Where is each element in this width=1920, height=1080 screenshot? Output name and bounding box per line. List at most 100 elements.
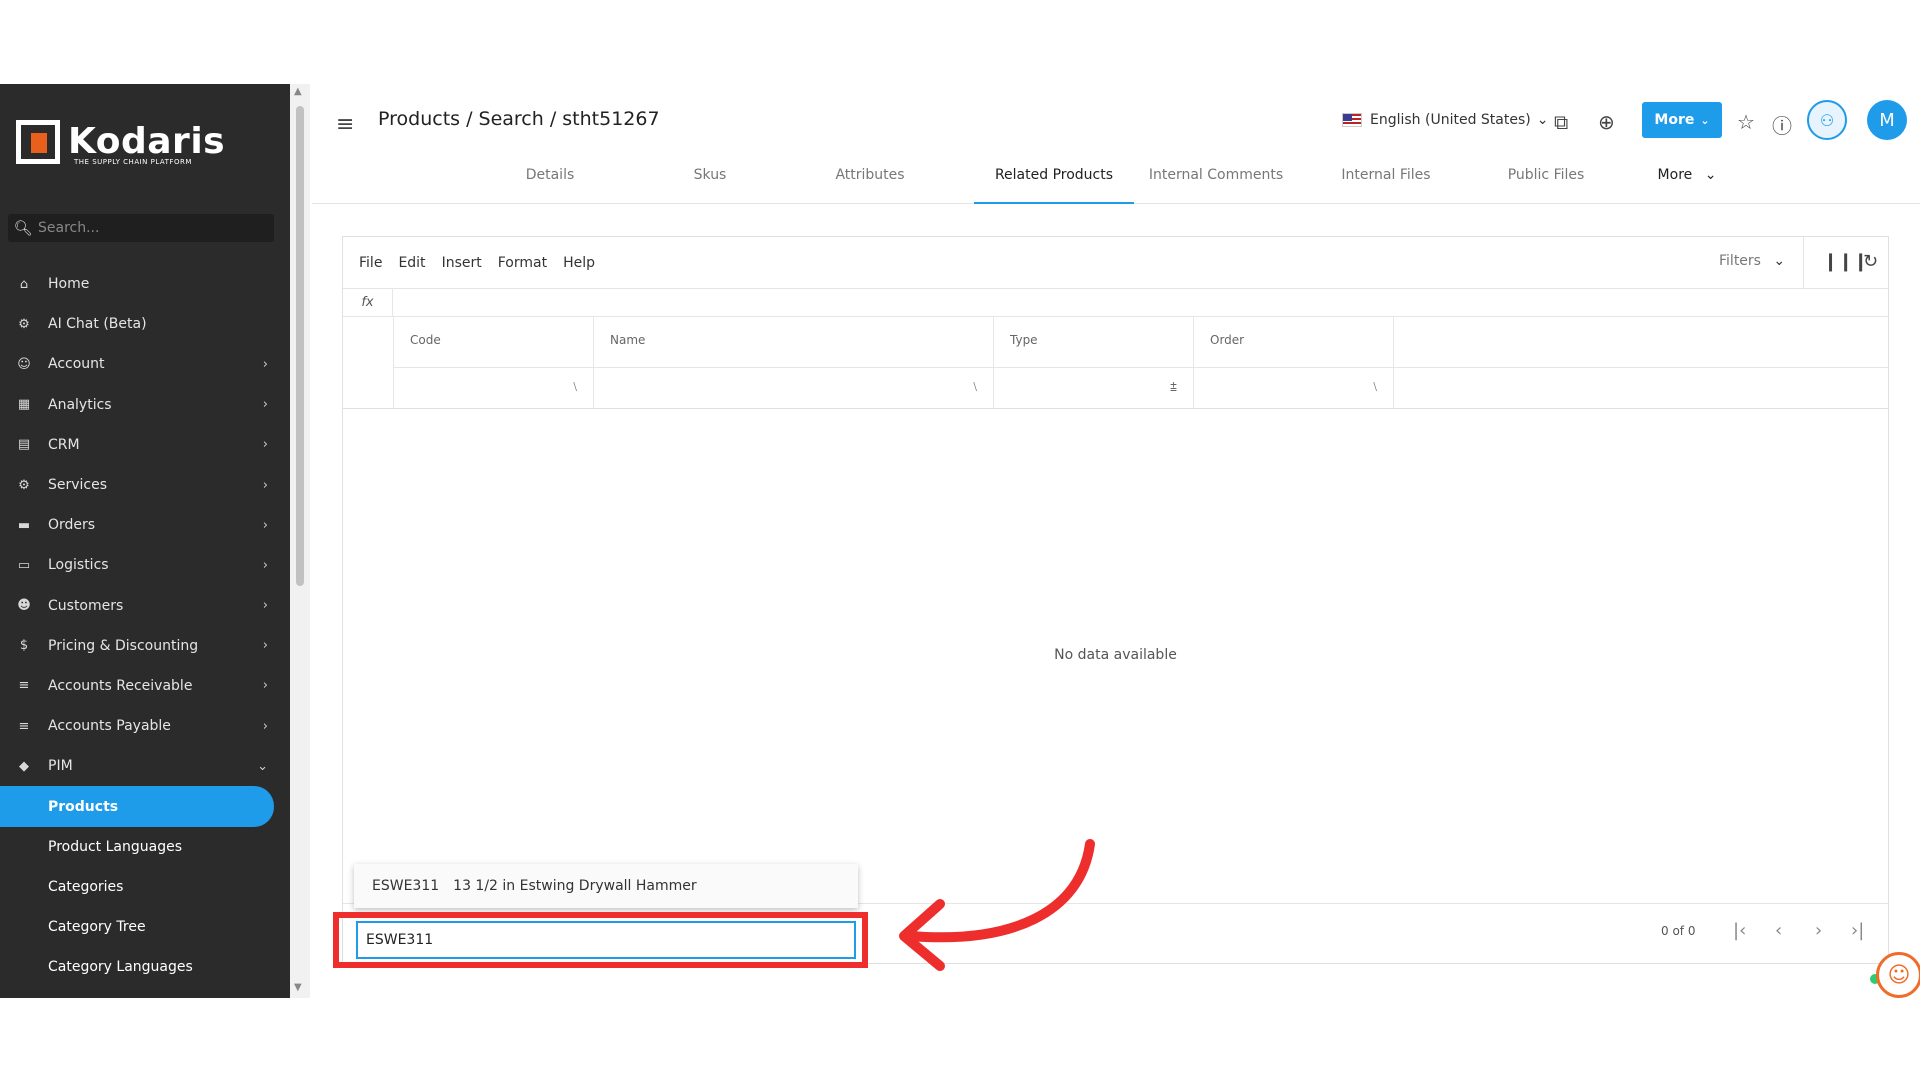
tab-related-products[interactable]: Related Products xyxy=(974,154,1134,204)
column-header-name[interactable]: Name xyxy=(593,317,993,367)
star-icon[interactable]: ☆ xyxy=(1737,110,1755,134)
sidebar-item-accounts-receivable[interactable]: ≡ Accounts Receivable › xyxy=(0,666,290,706)
fx-label: fx xyxy=(343,288,393,317)
home-icon: ⌂ xyxy=(19,276,29,292)
filter-cell-name[interactable]: ⧵ xyxy=(593,367,993,409)
chevron-right-icon: › xyxy=(262,678,268,694)
sidebar-item-label: Home xyxy=(48,276,90,293)
more-button[interactable]: More ⌄ xyxy=(1642,102,1722,138)
scrollbar-thumb[interactable] xyxy=(296,106,304,586)
sidebar-item-label: Orders xyxy=(48,517,96,534)
sidebar-item-products[interactable]: Products xyxy=(0,786,274,827)
tab-skus[interactable]: Skus xyxy=(650,154,770,204)
filter-clear-icon[interactable]: ⧵ xyxy=(973,380,977,395)
page-header: ≡ Products / Search / stht51267 English … xyxy=(312,84,1920,204)
dollar-icon: $ xyxy=(19,638,29,654)
tab-more-label: More xyxy=(1657,167,1693,183)
sidebar-item-categories[interactable]: Categories xyxy=(0,867,290,907)
kodaris-logo[interactable]: Kodaris THE SUPPLY CHAIN PLATFORM xyxy=(16,118,225,166)
filters-dropdown[interactable]: Filters ⌄ xyxy=(1719,253,1785,269)
sidebar-item-label: Products xyxy=(48,798,119,815)
column-header-empty xyxy=(1393,317,1888,367)
chevron-right-icon: › xyxy=(262,598,268,614)
suggestion-description: 13 1/2 in Estwing Drywall Hammer xyxy=(453,878,697,894)
columns-icon[interactable]: ❙❙❙ xyxy=(1823,251,1868,272)
sidebar-scrollbar[interactable]: ▲ ▼ xyxy=(290,84,310,998)
sidebar-item-label: Accounts Payable xyxy=(48,718,171,735)
support-chat-button[interactable]: ☺ xyxy=(1876,952,1920,998)
language-selector[interactable]: English (United States) ⌄ xyxy=(1342,112,1548,128)
tab-internal-files[interactable]: Internal Files xyxy=(1316,154,1456,204)
user-icon: ☺ xyxy=(17,356,31,372)
hamburger-menu-icon[interactable]: ≡ xyxy=(336,112,354,137)
next-page-icon[interactable]: › xyxy=(1815,920,1822,941)
filter-clear-icon[interactable]: ⧵ xyxy=(573,380,577,395)
sidebar-item-category-languages[interactable]: Category Languages xyxy=(0,947,290,987)
more-button-label: More xyxy=(1654,112,1695,128)
sidebar-item-customers[interactable]: ☻ Customers › xyxy=(0,586,290,626)
filter-icon[interactable]: ⩲ xyxy=(1170,380,1177,395)
sidebar-item-pricing[interactable]: $ Pricing & Discounting › xyxy=(0,626,290,666)
filter-cell-type[interactable]: ⩲ xyxy=(993,367,1193,409)
grid-toolbar: File Edit Insert Format Help Filters ⌄ ❙… xyxy=(343,237,1888,289)
sidebar-item-product-languages[interactable]: Product Languages xyxy=(0,827,290,867)
chevron-right-icon: › xyxy=(262,477,268,493)
chevron-down-icon: ⌄ xyxy=(1704,167,1717,183)
tag-icon: ◆ xyxy=(19,758,29,774)
language-label: English (United States) xyxy=(1370,112,1531,128)
tab-details[interactable]: Details xyxy=(490,154,610,204)
scroll-down-icon[interactable]: ▼ xyxy=(294,982,302,993)
prev-page-icon[interactable]: ‹ xyxy=(1775,920,1782,941)
robot-icon: ⚙ xyxy=(18,316,30,332)
chevron-right-icon: › xyxy=(262,517,268,533)
filter-cell-empty xyxy=(1393,367,1888,409)
column-header-type[interactable]: Type xyxy=(993,317,1193,367)
filter-cell-order[interactable]: ⧵ xyxy=(1193,367,1393,409)
sidebar-item-home[interactable]: ⌂ Home xyxy=(0,264,290,304)
column-header-order[interactable]: Order xyxy=(1193,317,1393,367)
menu-insert[interactable]: Insert xyxy=(442,255,482,271)
pager-count: 0 of 0 xyxy=(1661,924,1696,938)
scroll-up-icon[interactable]: ▲ xyxy=(294,86,302,97)
menu-edit[interactable]: Edit xyxy=(398,255,425,271)
tab-attributes[interactable]: Attributes xyxy=(810,154,930,204)
robot-assistant-button[interactable]: ⚇ xyxy=(1807,100,1847,140)
sidebar-item-services[interactable]: ⚙ Services › xyxy=(0,465,290,505)
tab-more[interactable]: More ⌄ xyxy=(1642,154,1732,204)
refresh-icon[interactable]: ↻ xyxy=(1863,251,1878,272)
last-page-icon[interactable]: ›| xyxy=(1851,920,1864,941)
menu-format[interactable]: Format xyxy=(498,255,547,271)
contact-card-icon: ▤ xyxy=(17,437,31,453)
sidebar-menu: ⌂ Home ⚙ AI Chat (Beta) ☺ Account › ▦ An… xyxy=(0,264,290,987)
filter-cell-code[interactable]: ⧵ xyxy=(393,367,593,409)
sidebar-item-account[interactable]: ☺ Account › xyxy=(0,344,290,384)
search-icon: 🔍︎ xyxy=(13,219,33,237)
sidebar-item-accounts-payable[interactable]: ≡ Accounts Payable › xyxy=(0,706,290,746)
paperclip-icon[interactable]: ⊕ xyxy=(1598,110,1615,134)
sidebar-item-crm[interactable]: ▤ CRM › xyxy=(0,425,290,465)
help-icon[interactable]: ⓘ xyxy=(1772,110,1792,139)
filter-clear-icon[interactable]: ⧵ xyxy=(1373,380,1377,395)
column-header-code[interactable]: Code xyxy=(393,317,593,367)
sidebar-item-orders[interactable]: ▬ Orders › xyxy=(0,505,290,545)
sidebar-search-input[interactable] xyxy=(38,220,258,236)
chevron-down-icon: ⌄ xyxy=(1773,253,1786,269)
external-link-icon[interactable]: ⧉ xyxy=(1554,110,1568,134)
product-code-input[interactable] xyxy=(356,921,856,959)
first-page-icon[interactable]: |‹ xyxy=(1733,920,1746,941)
sidebar-item-label: Categories xyxy=(48,878,124,895)
sidebar-item-ai-chat[interactable]: ⚙ AI Chat (Beta) xyxy=(0,304,290,344)
chevron-down-icon: ⌄ xyxy=(1536,112,1549,128)
chevron-right-icon: › xyxy=(262,356,268,372)
sidebar-item-pim[interactable]: ◆ PIM ⌄ xyxy=(0,746,290,786)
autocomplete-suggestion[interactable]: ESWE311 13 1/2 in Estwing Drywall Hammer xyxy=(354,864,858,908)
sidebar-item-logistics[interactable]: ▭ Logistics › xyxy=(0,545,290,585)
tab-internal-comments[interactable]: Internal Comments xyxy=(1136,154,1296,204)
avatar[interactable]: M xyxy=(1867,100,1907,140)
tab-public-files[interactable]: Public Files xyxy=(1476,154,1616,204)
menu-help[interactable]: Help xyxy=(563,255,595,271)
menu-file[interactable]: File xyxy=(359,255,382,271)
sidebar-item-analytics[interactable]: ▦ Analytics › xyxy=(0,385,290,425)
sidebar-item-category-tree[interactable]: Category Tree xyxy=(0,907,290,947)
grid-header: Code Name Type Order ⧵ ⧵ ⩲ ⧵ xyxy=(343,317,1888,409)
